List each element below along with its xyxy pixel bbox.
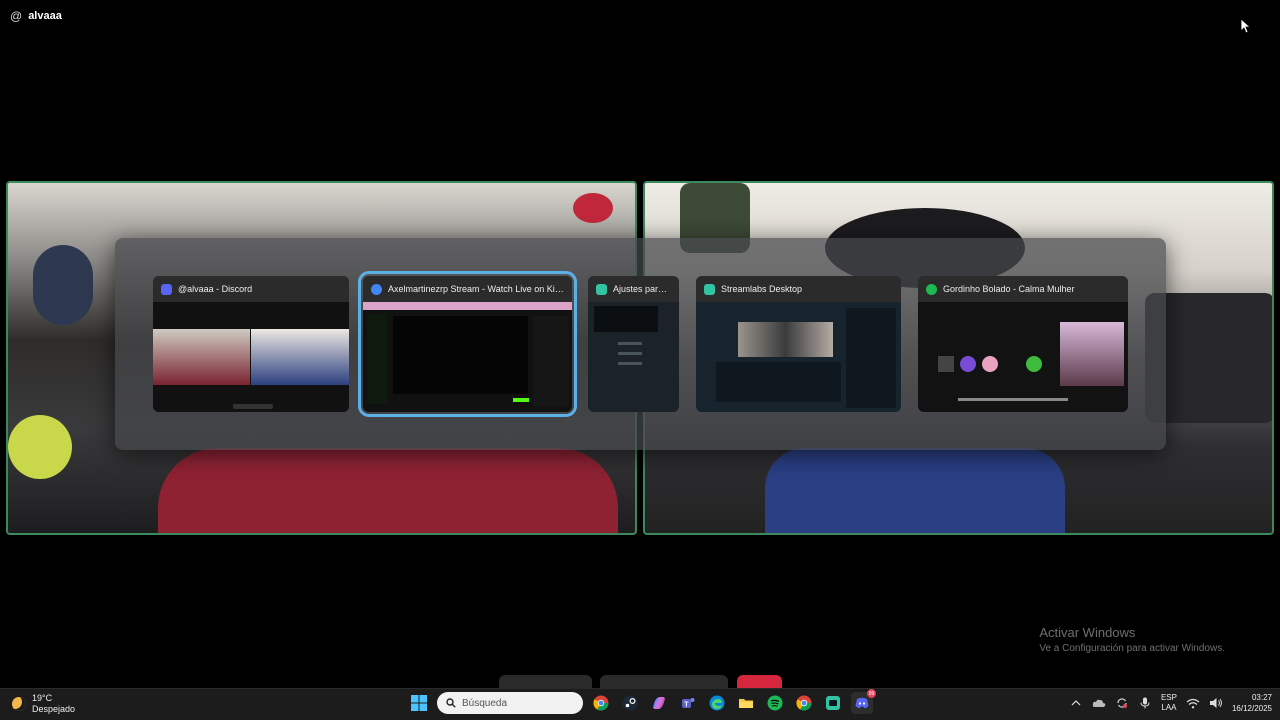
window-title: Axelmartinezrp Stream - Watch Live on Ki…: [388, 284, 564, 294]
streamlabs-icon: [704, 283, 715, 295]
chrome-icon: [371, 283, 382, 295]
window-thumbnail-kick[interactable]: Axelmartinezrp Stream - Watch Live on Ki…: [358, 271, 577, 417]
preview-album: [982, 356, 998, 372]
file-explorer-icon[interactable]: [735, 692, 757, 714]
window-title-bar: Gordinho Bolado - Calma Mulher: [918, 276, 1128, 302]
streamlabs-icon[interactable]: [822, 692, 844, 714]
preview-album: [960, 356, 976, 372]
preview-follow-button: [513, 398, 529, 402]
weather-condition: Despejado: [32, 704, 76, 714]
start-icon[interactable]: [408, 692, 430, 714]
preview-chat-panel: [846, 308, 896, 408]
preview-chat: [533, 316, 569, 406]
preview-tabbar: [363, 302, 572, 310]
clock[interactable]: 03:27 16/12/2025: [1232, 692, 1272, 714]
window-preview: [918, 302, 1128, 412]
window-title-bar: Axelmartinezrp Stream - Watch Live on Ki…: [363, 276, 572, 302]
window-preview: [588, 302, 679, 412]
preview-video-left: [153, 329, 250, 385]
window-thumbnail-ajustes[interactable]: Ajustes para C...: [588, 276, 679, 412]
window-title-bar: @alvaaa - Discord: [153, 276, 349, 302]
call-control-bar[interactable]: [499, 675, 592, 689]
window-thumbnail-spotify[interactable]: Gordinho Bolado - Calma Mulher: [918, 276, 1128, 412]
lang-line2: LAA: [1161, 703, 1177, 712]
person-shirt-left: [158, 448, 618, 533]
spotify-icon[interactable]: [764, 692, 786, 714]
preview-controls: [233, 404, 273, 409]
preview-album: [938, 356, 954, 372]
alt-tab-switcher: @alvaaa - Discord Axelmartinezrp Stream …: [115, 238, 1166, 450]
lang-line1: ESP: [1160, 693, 1177, 702]
microphone-icon[interactable]: [1138, 696, 1152, 710]
preview-video-right: [251, 329, 349, 385]
notification-badge: 99: [867, 689, 876, 698]
preview-setting-row: [618, 362, 642, 365]
watermark-subtitle: Ve a Configuración para activar Windows.: [1039, 643, 1225, 654]
preview-setting-row: [618, 342, 642, 345]
volume-icon[interactable]: [1209, 696, 1223, 710]
cloud-icon[interactable]: [1092, 696, 1106, 710]
taskbar-apps: Búsqueda T 99: [408, 689, 876, 714]
copilot-icon[interactable]: [648, 692, 670, 714]
window-title: @alvaaa - Discord: [178, 284, 253, 294]
window-title: Ajustes para C...: [613, 284, 671, 294]
call-control-bar[interactable]: [600, 675, 728, 689]
weather-temp: 19°C: [32, 693, 53, 703]
activation-watermark: Activar Windows Ve a Configuración para …: [1039, 625, 1225, 654]
preview-player: [393, 316, 528, 394]
chrome-alt-icon[interactable]: [793, 692, 815, 714]
window-title: Gordinho Bolado - Calma Mulher: [943, 284, 1075, 294]
window-title-bar: Ajustes para C...: [588, 276, 679, 302]
weather-widget[interactable]: 19°C Despejado: [12, 693, 75, 715]
clock-time: 03:27: [1251, 693, 1272, 702]
search-icon: [446, 698, 456, 708]
preview-scene: [738, 322, 833, 357]
preview-cover-art: [1060, 322, 1124, 386]
sync-icon[interactable]: [1115, 696, 1129, 710]
wifi-icon[interactable]: [1186, 696, 1200, 710]
taskbar: 19°C Despejado Búsqueda T 99 ESP LAA 03:…: [0, 688, 1280, 720]
discord-icon: [161, 283, 172, 295]
preview-progress: [958, 398, 1068, 401]
preview-sidebar: [367, 314, 387, 404]
moon-icon: [12, 697, 26, 711]
clock-date: 16/12/2025: [1231, 704, 1272, 713]
window-preview: [363, 302, 572, 412]
search-box[interactable]: Búsqueda: [437, 692, 583, 714]
chevron-up-icon[interactable]: [1069, 696, 1083, 710]
username: alvaaa: [28, 10, 62, 22]
headphones-shape: [33, 245, 93, 325]
hang-up-button[interactable]: [737, 675, 782, 689]
search-placeholder: Búsqueda: [462, 697, 508, 709]
ball-shape: [8, 415, 72, 479]
screen: @ alvaaa @alvaaa - Discord Axelmartinezr…: [0, 0, 1280, 720]
steam-icon[interactable]: [619, 692, 641, 714]
watermark-title: Activar Windows: [1039, 625, 1136, 640]
at-symbol: @: [10, 9, 23, 23]
language-indicator[interactable]: ESP LAA: [1161, 693, 1177, 713]
red-object-shape: [573, 193, 613, 223]
system-tray: ESP LAA 03:27 16/12/2025: [1069, 692, 1272, 714]
window-title: Streamlabs Desktop: [721, 284, 803, 294]
preview-setting-row: [618, 352, 642, 355]
window-thumbnail-discord[interactable]: @alvaaa - Discord: [153, 276, 349, 412]
chrome-icon[interactable]: [590, 692, 612, 714]
preview-album: [1026, 356, 1042, 372]
window-preview: [153, 302, 349, 412]
window-preview: [696, 302, 901, 412]
teams-icon[interactable]: T: [677, 692, 699, 714]
discord-icon[interactable]: 99: [851, 689, 876, 714]
streamlabs-icon: [596, 283, 607, 295]
spotify-icon: [926, 283, 937, 295]
window-title-bar: Streamlabs Desktop: [696, 276, 901, 302]
edge-icon[interactable]: [706, 692, 728, 714]
preview-settings-panel: [594, 306, 658, 332]
preview-mixer: [716, 362, 841, 402]
person-shirt-right: [765, 448, 1065, 533]
call-header: @ alvaaa: [10, 9, 62, 23]
svg-text:T: T: [684, 702, 689, 709]
window-thumbnail-streamlabs[interactable]: Streamlabs Desktop: [696, 276, 901, 412]
mouse-cursor-icon: [1241, 19, 1251, 34]
